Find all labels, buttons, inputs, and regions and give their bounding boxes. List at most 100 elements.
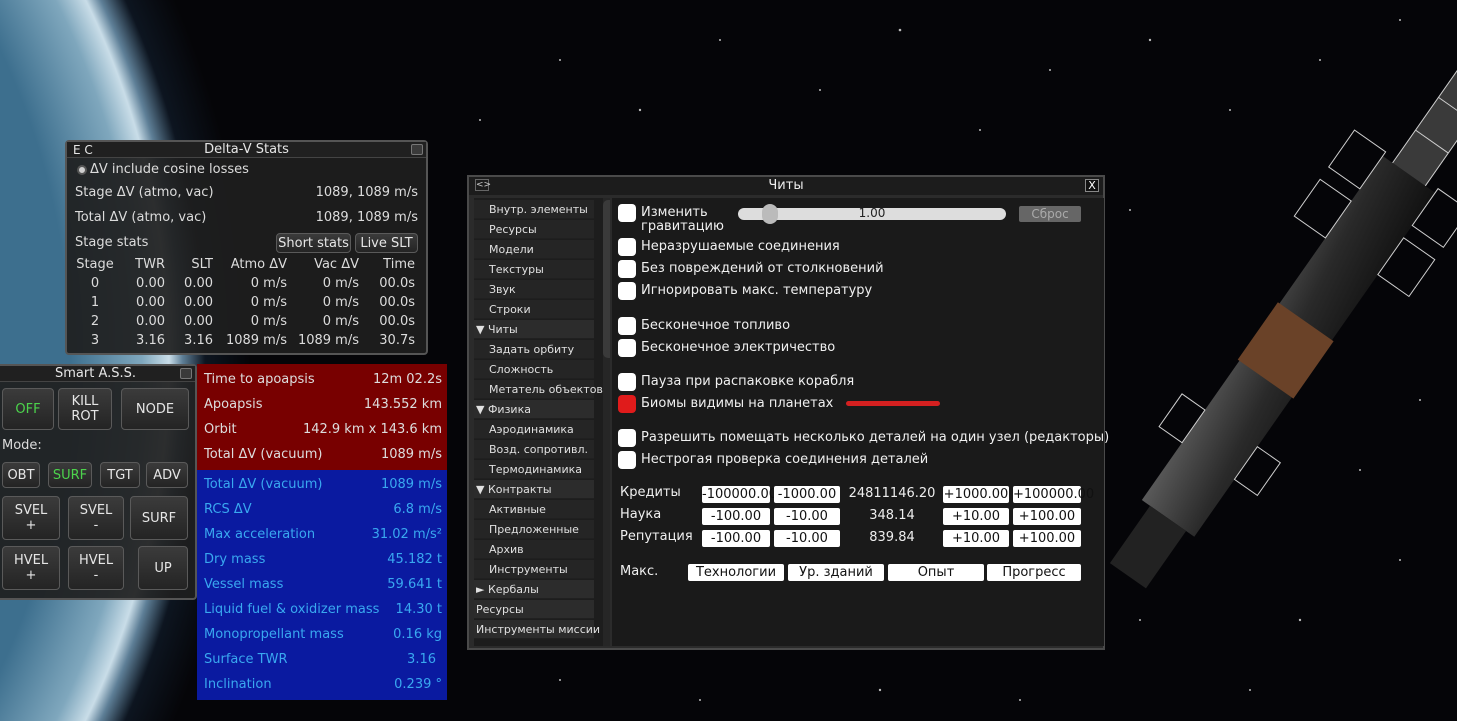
sidebar-item[interactable]: ▼ Читы [474,320,594,339]
sidebar-item[interactable]: Активные [474,500,594,519]
info-label: Total ΔV (vacuum) [204,447,323,462]
cosine-losses-toggle[interactable]: ΔV include cosine losses [77,162,249,177]
sidebar-item[interactable]: Внутр. элементы [474,200,594,219]
science-minus-100-button[interactable]: -100.00 [702,508,770,525]
max-tech-button[interactable]: Технологии [688,564,784,581]
minimize-icon[interactable] [411,144,423,155]
sidebar-item[interactable]: Инструменты миссии [474,620,600,639]
option-checkbox[interactable] [618,317,636,335]
sidebar-item[interactable]: Строки [474,300,594,319]
science-plus-100-button[interactable]: +100.00 [1013,508,1081,525]
table-cell: 3.16 [136,333,165,348]
svel-minus-button[interactable]: SVEL - [68,496,124,540]
science-plus-10-button[interactable]: +10.00 [943,508,1009,525]
surf-direction-button[interactable]: SURF [130,496,188,540]
option-label: Биомы видимы на планетах [641,396,834,411]
reputation-minus-100-button[interactable]: -100.00 [702,530,770,547]
hvel-plus-button[interactable]: HVEL + [2,546,60,590]
option-checkbox[interactable] [618,451,636,469]
sidebar-item[interactable]: Аэродинамика [474,420,594,439]
table-cell: 0 m/s [322,276,359,291]
table-cell: 1089 m/s [225,333,287,348]
max-progress-button[interactable]: Прогресс [987,564,1081,581]
option-checkbox[interactable] [618,260,636,278]
sidebar-item[interactable]: Текстуры [474,260,594,279]
cheats-sidebar[interactable]: Внутр. элементы Ресурсы Модели Текстуры Звук… [474,198,610,646]
minimize-icon[interactable] [180,368,192,379]
sidebar-item[interactable]: ▼ Контракты [474,480,594,499]
ec-label[interactable]: E C [73,142,93,158]
credits-minus-1000-button[interactable]: -1000.00 [774,486,840,503]
info-row: Orbit 142.9 km x 143.6 km [204,417,442,442]
kill-rot-button[interactable]: KILL ROT [58,388,112,430]
smart-ass-window[interactable]: Smart A.S.S. OFF KILL ROT NODE Mode: OBT… [0,364,197,600]
sidebar-item[interactable]: Звук [474,280,594,299]
table-cell: 0.00 [184,314,213,329]
cheats-titlebar[interactable]: <> Читы X [469,177,1103,195]
node-button[interactable]: NODE [121,388,189,430]
adv-button[interactable]: ADV [146,462,188,488]
delta-v-stats-titlebar[interactable]: E C Delta-V Stats [67,142,426,158]
option-checkbox[interactable] [618,339,636,357]
smart-ass-titlebar[interactable]: Smart A.S.S. [0,366,195,382]
reputation-plus-100-button[interactable]: +100.00 [1013,530,1081,547]
sidebar-item[interactable]: Ресурсы [474,220,594,239]
obt-button[interactable]: OBT [2,462,40,488]
option-checkbox[interactable] [618,429,636,447]
short-stats-button[interactable]: Short stats [276,233,351,253]
option-checkbox[interactable] [618,238,636,256]
delta-v-stats-window[interactable]: E C Delta-V Stats ΔV include cosine loss… [65,140,428,355]
info-value: 3.16 [407,652,436,667]
hvel-minus-button[interactable]: HVEL - [68,546,124,590]
sidebar-item[interactable]: ► Кербалы [474,580,594,599]
info-row: Max acceleration 31.02 m/s² [204,522,442,547]
tgt-button[interactable]: TGT [100,462,140,488]
table-cell: 3 [90,333,100,348]
gravity-checkbox[interactable] [618,204,636,222]
live-slt-button[interactable]: Live SLT [355,233,418,253]
sidebar-item[interactable]: Архив [474,540,594,559]
science-minus-10-button[interactable]: -10.00 [774,508,840,525]
mode-label: Mode: [2,438,42,453]
credits-plus-100000-button[interactable]: +100000.00 [1013,486,1094,503]
max-xp-button[interactable]: Опыт [888,564,984,581]
table-header: SLT [191,257,213,272]
svel-plus-button[interactable]: SVEL + [2,496,60,540]
radio-icon[interactable] [77,164,87,175]
reputation-plus-10-button[interactable]: +10.00 [943,530,1009,547]
reset-button[interactable]: Сброс [1019,206,1081,222]
sidebar-item[interactable]: ▼ Физика [474,400,594,419]
table-cell: 0.00 [184,295,213,310]
dock-icon[interactable]: <> [475,179,491,191]
max-buildings-button[interactable]: Ур. зданий [788,564,884,581]
sidebar-item[interactable]: Задать орбиту [474,340,594,359]
credits-minus-100000-button[interactable]: -100000.00 [702,486,777,503]
close-icon[interactable]: X [1085,179,1099,192]
stage-stats-table: Stage TWR SLT Atmo ΔV Vac ΔV Time 0 0.00 0.00 0 m… [73,257,417,348]
option-label: Бесконечное электричество [641,340,836,355]
sidebar-item[interactable]: Метатель объектов [474,380,603,399]
sidebar-item[interactable]: Ресурсы [474,600,594,619]
max-label: Макс. [620,564,659,579]
option-checkbox[interactable] [618,373,636,391]
total-dv-label: Total ΔV (atmo, vac) [75,210,207,225]
sidebar-item[interactable]: Инструменты [474,560,594,579]
off-button[interactable]: OFF [2,388,54,430]
sidebar-item[interactable]: Предложенные [474,520,594,539]
sidebar-scrollbar-thumb[interactable] [603,200,610,358]
option-checkbox[interactable] [618,395,636,413]
option-label: Бесконечное топливо [641,318,791,333]
reputation-minus-10-button[interactable]: -10.00 [774,530,840,547]
gravity-slider[interactable]: 1.00 [738,204,1006,224]
credits-plus-1000-button[interactable]: +1000.00 [943,486,1009,503]
sidebar-item[interactable]: Возд. сопротивл. [474,440,594,459]
sidebar-item[interactable]: Сложность [474,360,594,379]
table-header: Atmo ΔV [230,257,287,272]
cheats-window[interactable]: <> Читы X Внутр. элементы Ресурсы Модели Те… [467,175,1109,650]
up-button[interactable]: UP [138,546,188,590]
sidebar-item[interactable]: Модели [474,240,594,259]
option-checkbox[interactable] [618,282,636,300]
info-row: Total ΔV (vacuum) 1089 m/s [204,472,442,497]
surf-button[interactable]: SURF [48,462,92,488]
sidebar-item[interactable]: Термодинамика [474,460,594,479]
